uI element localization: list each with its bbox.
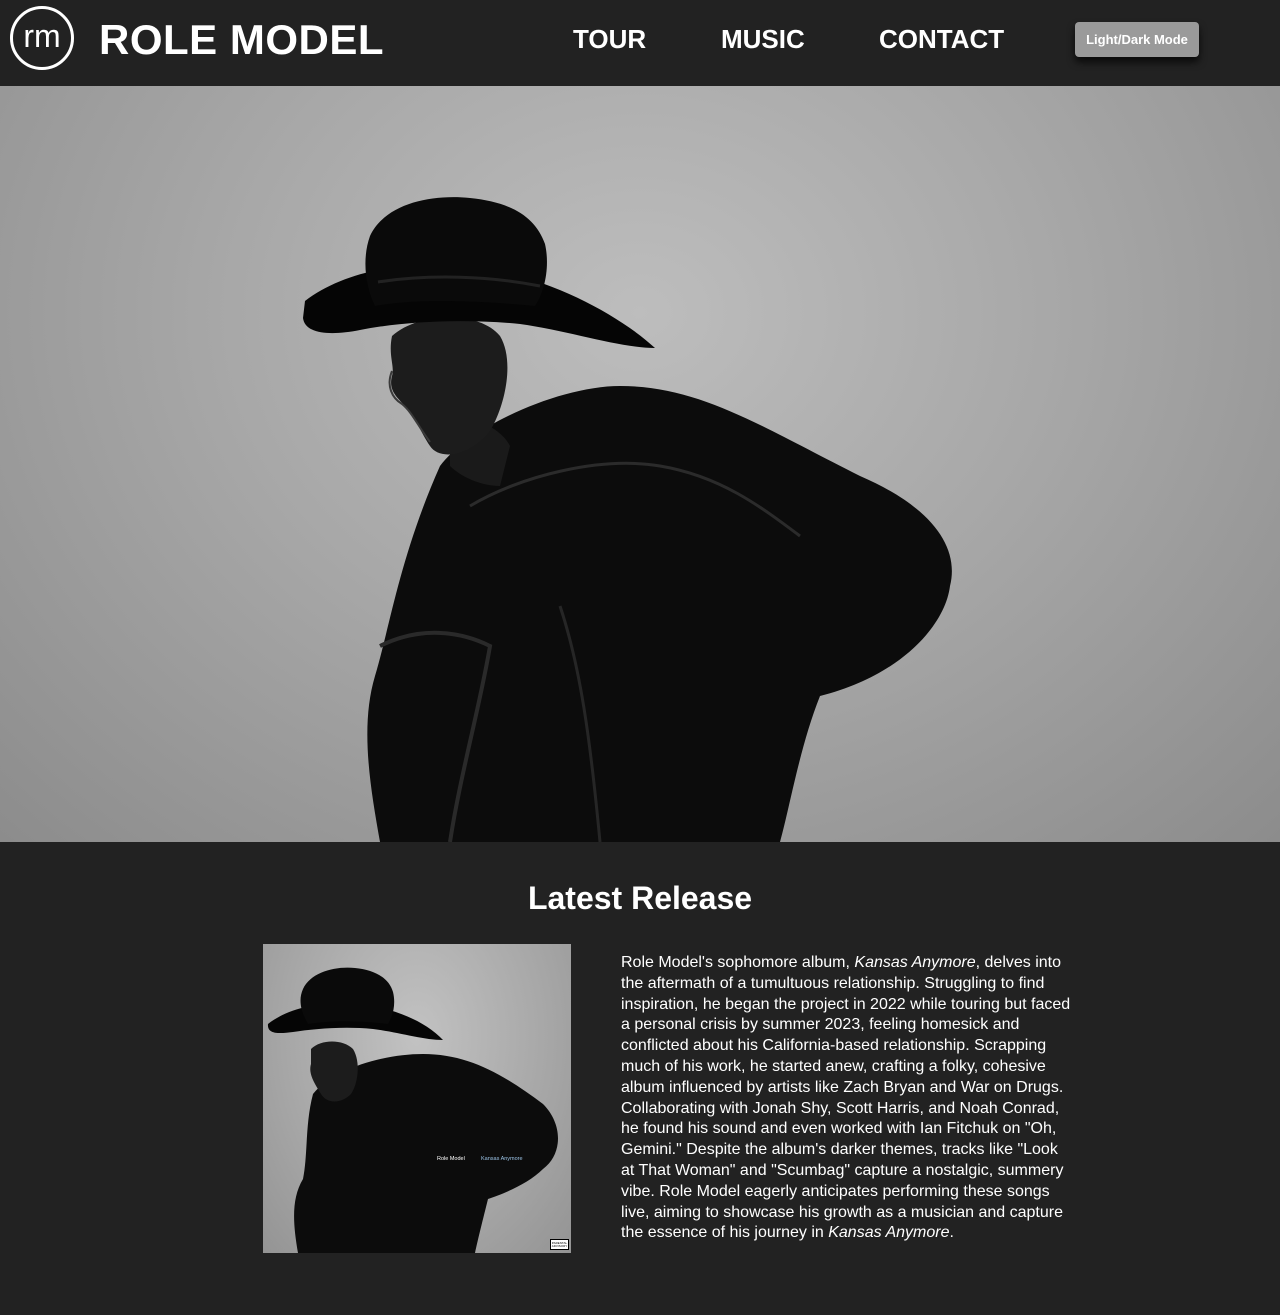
album-cover-illustration <box>267 967 558 1253</box>
nav-tour-link[interactable]: TOUR <box>573 24 646 55</box>
description-text-2: , delves into the aftermath of a tumultu… <box>621 954 1071 1242</box>
hero-figure-illustration <box>303 197 952 842</box>
album-cover-image[interactable]: Role Model Kansas Anymore PARENTAL ADVIS… <box>263 944 571 1253</box>
site-header: rm ROLE MODEL TOUR MUSIC CONTACT Light/D… <box>0 0 1280 86</box>
album-cover-artist-label: Role Model <box>437 1156 465 1162</box>
nav-contact-link[interactable]: CONTACT <box>879 24 1004 55</box>
nav-music-link[interactable]: MUSIC <box>721 24 805 55</box>
site-title[interactable]: ROLE MODEL <box>99 16 384 64</box>
album-cover-title-label: Kansas Anymore <box>481 1156 523 1162</box>
latest-release-heading: Latest Release <box>527 880 753 916</box>
rm-logo-icon[interactable]: rm <box>10 6 74 70</box>
logo-text: rm <box>23 18 61 54</box>
description-text-1: Role Model's sophomore album, <box>621 954 855 971</box>
parental-advisory-badge: PARENTAL ADVISORY <box>550 1239 569 1250</box>
album-description: Role Model's sophomore album, Kansas Any… <box>621 953 1073 1244</box>
album-name-emphasis-1: Kansas Anymore <box>854 954 976 971</box>
hero-image <box>0 86 1280 842</box>
light-dark-mode-button[interactable]: Light/Dark Mode <box>1075 22 1199 57</box>
album-name-emphasis-2: Kansas Anymore <box>828 1224 950 1242</box>
description-text-3: . <box>949 1224 954 1242</box>
